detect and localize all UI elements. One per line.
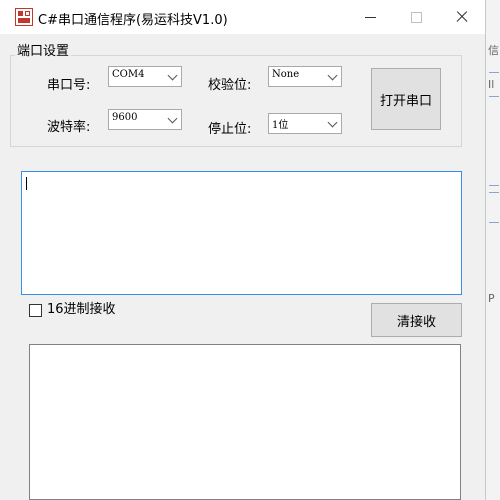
background-line: [489, 96, 499, 97]
background-text: Il: [488, 78, 495, 91]
chevron-down-icon: [327, 117, 338, 128]
clear-receive-button[interactable]: 清接收: [371, 303, 462, 337]
hex-receive-label: 16进制接收: [47, 302, 116, 317]
close-button[interactable]: [439, 0, 485, 34]
chevron-down-icon: [327, 70, 338, 81]
receive-textbox[interactable]: [21, 171, 462, 295]
chevron-down-icon: [167, 70, 178, 81]
background-text: 信: [488, 44, 499, 57]
baud-select[interactable]: 9600: [108, 109, 182, 130]
port-label: 串口号:: [47, 78, 91, 93]
parity-label: 校验位:: [208, 78, 252, 93]
background-line: [489, 185, 499, 186]
baud-label: 波特率:: [47, 120, 91, 135]
stopbits-value: 1位: [272, 120, 289, 131]
baud-value: 9600: [112, 112, 138, 123]
port-select[interactable]: COM4: [108, 66, 182, 87]
app-window: C#串口通信程序(易运科技V1.0) 端口设置 串口号: COM4 校验位: N…: [0, 0, 486, 500]
title-bar[interactable]: C#串口通信程序(易运科技V1.0): [0, 0, 485, 34]
parity-value: None: [272, 69, 300, 80]
app-icon: [15, 8, 33, 26]
background-line: [489, 192, 499, 193]
parity-select[interactable]: None: [268, 66, 342, 87]
minimize-button[interactable]: [347, 0, 393, 34]
open-port-button[interactable]: 打开串口: [371, 68, 441, 130]
chevron-down-icon: [167, 113, 178, 124]
window-title: C#串口通信程序(易运科技V1.0): [38, 13, 228, 28]
stopbits-select[interactable]: 1位: [268, 113, 342, 134]
maximize-button[interactable]: [393, 0, 439, 34]
send-textbox[interactable]: [29, 344, 461, 500]
stopbits-label: 停止位:: [208, 122, 252, 137]
background-text: P: [488, 292, 495, 305]
port-value: COM4: [112, 69, 145, 80]
hex-receive-checkbox[interactable]: [29, 304, 42, 317]
background-window-edge: 信 Il P: [485, 0, 500, 500]
background-line: [489, 222, 499, 223]
background-line: [489, 72, 499, 73]
port-settings-title: 端口设置: [15, 44, 72, 59]
text-caret: [26, 177, 27, 190]
